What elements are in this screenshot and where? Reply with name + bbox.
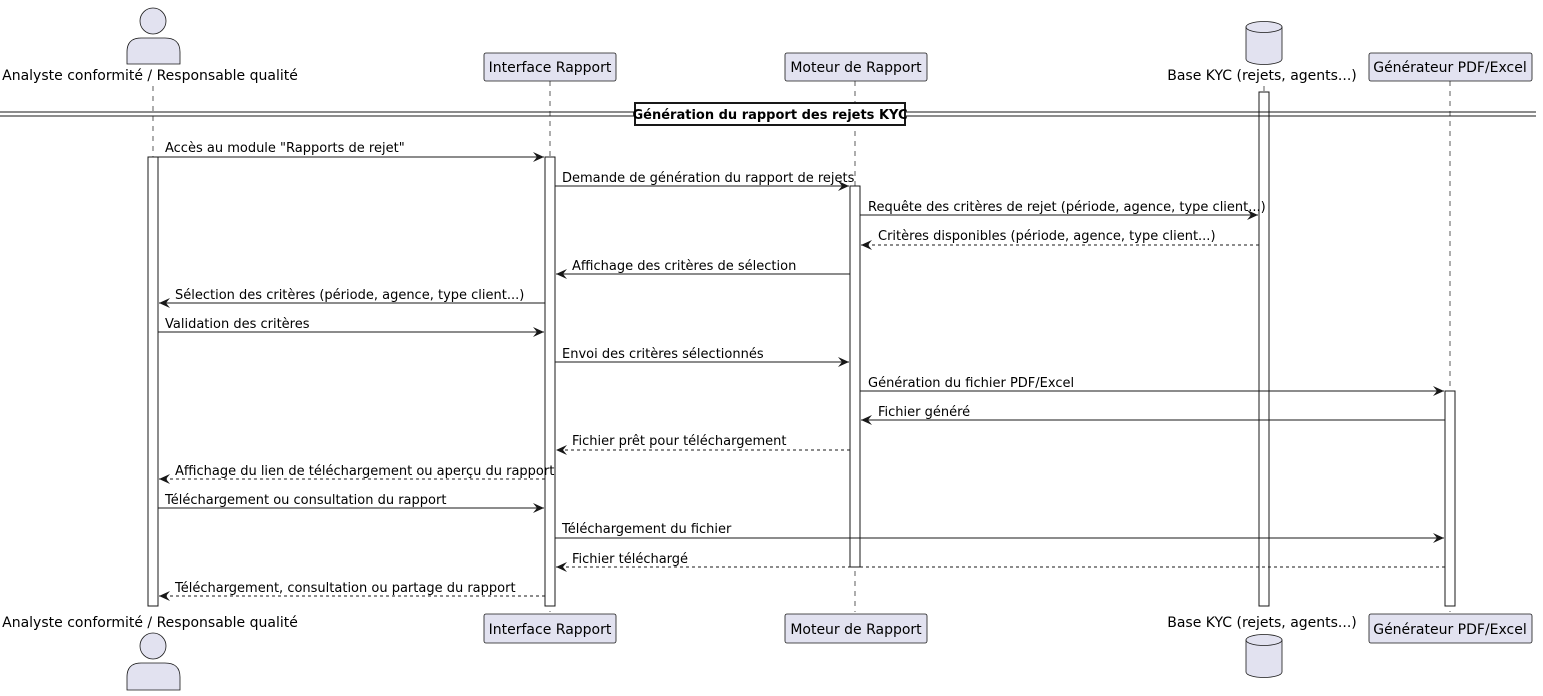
database-base-top xyxy=(1245,21,1283,65)
participant-label-analyste-bottom: Analyste conformité / Responsable qualit… xyxy=(2,615,298,631)
actor-body-icon xyxy=(126,662,181,691)
message: Requête des critères de rejet (période, … xyxy=(860,200,1266,220)
activation-moteur xyxy=(849,185,861,568)
message: Critères disponibles (période, agence, t… xyxy=(861,229,1259,250)
message: Affichage du lien de téléchargement ou a… xyxy=(159,464,554,484)
message: Fichier prêt pour téléchargement xyxy=(556,434,850,455)
message-label: Fichier généré xyxy=(878,405,970,420)
actor-head-icon xyxy=(139,632,167,660)
message: Envoi des critères sélectionnés xyxy=(555,347,849,367)
message-label: Critères disponibles (période, agence, t… xyxy=(878,229,1216,244)
actor-body-icon xyxy=(126,37,181,65)
section-divider: Génération du rapport des rejets KYC xyxy=(0,102,1536,126)
message-label: Affichage des critères de sélection xyxy=(572,259,796,274)
message: Téléchargement ou consultation du rappor… xyxy=(158,493,544,513)
participant-interface-bottom: Interface Rapport xyxy=(483,613,617,644)
message-label: Téléchargement ou consultation du rappor… xyxy=(164,493,446,508)
message: Téléchargement, consultation ou partage … xyxy=(159,581,545,601)
participant-label-moteur-top: Moteur de Rapport xyxy=(790,60,922,76)
divider-label: Génération du rapport des rejets KYC xyxy=(632,108,907,123)
message: Demande de génération du rapport de reje… xyxy=(555,171,855,191)
actor-analyste-top xyxy=(126,7,181,65)
participant-label-interface-top: Interface Rapport xyxy=(489,60,612,76)
message-label: Sélection des critères (période, agence,… xyxy=(175,288,524,303)
message: Fichier téléchargé xyxy=(556,552,1445,572)
message-label: Téléchargement, consultation ou partage … xyxy=(174,581,516,596)
participant-moteur-bottom: Moteur de Rapport xyxy=(784,613,928,644)
message-label: Génération du fichier PDF/Excel xyxy=(868,376,1074,391)
message: Fichier généré xyxy=(861,405,1445,425)
participant-label-interface-bottom: Interface Rapport xyxy=(489,622,612,638)
participant-moteur-top: Moteur de Rapport xyxy=(784,52,928,82)
message: Affichage des critères de sélection xyxy=(556,259,850,279)
message-label: Fichier prêt pour téléchargement xyxy=(572,434,787,449)
participant-label-analyste-top: Analyste conformité / Responsable qualit… xyxy=(2,68,298,84)
activation-analyste xyxy=(147,156,159,607)
activation-base xyxy=(1258,91,1270,607)
message-label: Téléchargement du fichier xyxy=(561,522,732,537)
participant-generateur-bottom: Générateur PDF/Excel xyxy=(1368,613,1533,644)
actor-analyste-bottom xyxy=(126,632,181,691)
sequence-diagram: Génération du rapport des rejets KYC Ana… xyxy=(0,7,1536,691)
participant-interface-top: Interface Rapport xyxy=(483,52,617,82)
participant-label-base-bottom: Base KYC (rejets, agents...) xyxy=(1167,615,1357,631)
activation-generateur xyxy=(1444,390,1456,607)
message-label: Fichier téléchargé xyxy=(572,552,688,567)
message-label: Envoi des critères sélectionnés xyxy=(562,347,764,362)
message: Validation des critères xyxy=(158,317,544,337)
actor-head-icon xyxy=(139,7,167,35)
message-label: Demande de génération du rapport de reje… xyxy=(562,171,855,186)
participant-label-base-top: Base KYC (rejets, agents...) xyxy=(1167,68,1357,84)
participant-label-moteur-bottom: Moteur de Rapport xyxy=(790,622,922,638)
message-label: Affichage du lien de téléchargement ou a… xyxy=(175,464,554,479)
message-label: Validation des critères xyxy=(165,317,310,332)
database-base-bottom xyxy=(1245,634,1283,678)
participant-label-generateur-bottom: Générateur PDF/Excel xyxy=(1373,622,1527,638)
activation-interface xyxy=(544,156,556,607)
participant-generateur-top: Générateur PDF/Excel xyxy=(1368,52,1533,82)
message-label: Accès au module "Rapports de rejet" xyxy=(165,141,405,156)
message: Sélection des critères (période, agence,… xyxy=(159,288,545,308)
message: Génération du fichier PDF/Excel xyxy=(860,376,1444,396)
message: Téléchargement du fichier xyxy=(555,522,1444,543)
message: Accès au module "Rapports de rejet" xyxy=(158,141,544,162)
message-label: Requête des critères de rejet (période, … xyxy=(868,200,1266,215)
participant-label-generateur-top: Générateur PDF/Excel xyxy=(1373,60,1527,76)
